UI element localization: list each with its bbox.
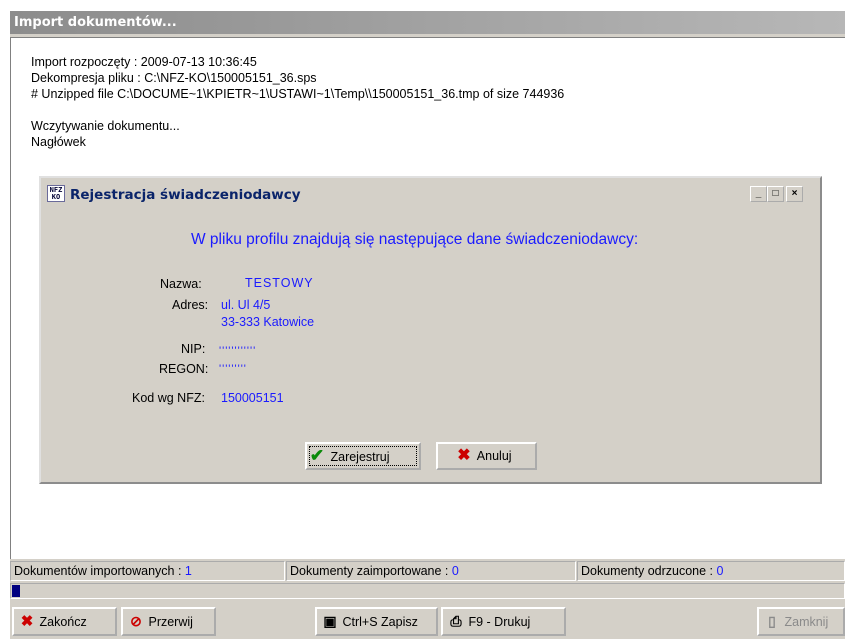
nazwa-value: TESTOWY: [245, 276, 314, 290]
status-rejected: Dokumenty odrzucone : 0: [577, 561, 845, 581]
x-cancel-icon: ✖: [457, 447, 471, 464]
dialog-title: Rejestracja świadczeniodawcy: [44, 181, 817, 209]
cancel-button[interactable]: ✖ Anuluj: [436, 442, 537, 470]
status-saved-label: Dokumenty zaimportowane :: [290, 564, 449, 578]
stop-icon: ⊘: [130, 613, 142, 629]
register-button-label: Zarejestruj: [330, 450, 390, 464]
registration-dialog: Rejestracja świadczeniodawcy NFZ KO _ □ …: [39, 176, 822, 484]
adres-line1: ul. Ul 4/5: [221, 298, 271, 312]
register-button[interactable]: ✔ Zarejestruj: [305, 442, 421, 470]
print-button-label: F9 - Drukuj: [468, 615, 531, 629]
log-line: # Unzipped file C:\DOCUME~1\KPIETR~1\UST…: [31, 87, 565, 101]
nfz-logo-icon: NFZ KO: [47, 185, 65, 202]
status-imported-count: 1: [184, 564, 192, 578]
status-imported-label: Dokumentów importowanych :: [14, 564, 182, 578]
import-window-title: Import dokumentów...: [10, 11, 845, 34]
finish-button[interactable]: ✖ Zakończ: [12, 607, 117, 636]
kod-nfz-label: Kod wg NFZ:: [132, 391, 205, 405]
regon-label: REGON:: [159, 362, 209, 376]
logo-text-ko: KO: [51, 193, 61, 201]
kod-nfz-value: 150005151: [221, 391, 284, 405]
progress-fill: [12, 585, 20, 597]
cancel-button-label: Anuluj: [476, 449, 512, 463]
stop-button-label: Przerwij: [148, 615, 193, 629]
status-rejected-count: 0: [716, 564, 724, 578]
close-button[interactable]: ▯ Zamknij: [757, 607, 845, 636]
save-button[interactable]: ▣ Ctrl+S Zapisz: [315, 607, 438, 636]
save-button-label: Ctrl+S Zapisz: [342, 615, 418, 629]
floppy-disk-icon: ▣: [323, 613, 337, 629]
log-line: Nagłówek: [31, 135, 86, 149]
checkmark-icon: ✔: [309, 446, 325, 465]
nazwa-label: Nazwa:: [160, 277, 202, 291]
import-progress-bar: [10, 583, 845, 599]
status-saved: Dokumenty zaimportowane : 0: [286, 561, 576, 581]
door-icon: ▯: [768, 613, 776, 629]
nip-label: NIP:: [181, 342, 206, 356]
status-saved-count: 0: [451, 564, 459, 578]
printer-icon: ⎙: [450, 613, 462, 629]
stop-button[interactable]: ⊘ Przerwij: [121, 607, 216, 636]
status-rejected-label: Dokumenty odrzucone :: [581, 564, 714, 578]
nip-value: '''''''''''': [219, 345, 257, 357]
x-icon: ✖: [20, 613, 34, 630]
adres-label: Adres:: [172, 298, 209, 312]
finish-button-label: Zakończ: [39, 615, 87, 629]
maximize-button[interactable]: □: [767, 186, 784, 202]
regon-value: ''''''''': [219, 363, 247, 375]
dialog-heading: W pliku profilu znajdują się następujące…: [191, 231, 639, 248]
adres-line2: 33-333 Katowice: [221, 315, 315, 329]
minimize-button[interactable]: _: [750, 186, 767, 202]
log-line: Import rozpoczęty : 2009-07-13 10:36:45: [31, 55, 257, 69]
print-button[interactable]: ⎙ F9 - Drukuj: [441, 607, 566, 636]
close-button-label: Zamknij: [784, 615, 829, 629]
log-line: Wczytywanie dokumentu...: [31, 119, 180, 133]
close-window-button[interactable]: ×: [786, 186, 803, 202]
log-line: Dekompresja pliku : C:\NFZ-KO\150005151_…: [31, 71, 317, 85]
status-imported: Dokumentów importowanych : 1: [10, 561, 285, 581]
